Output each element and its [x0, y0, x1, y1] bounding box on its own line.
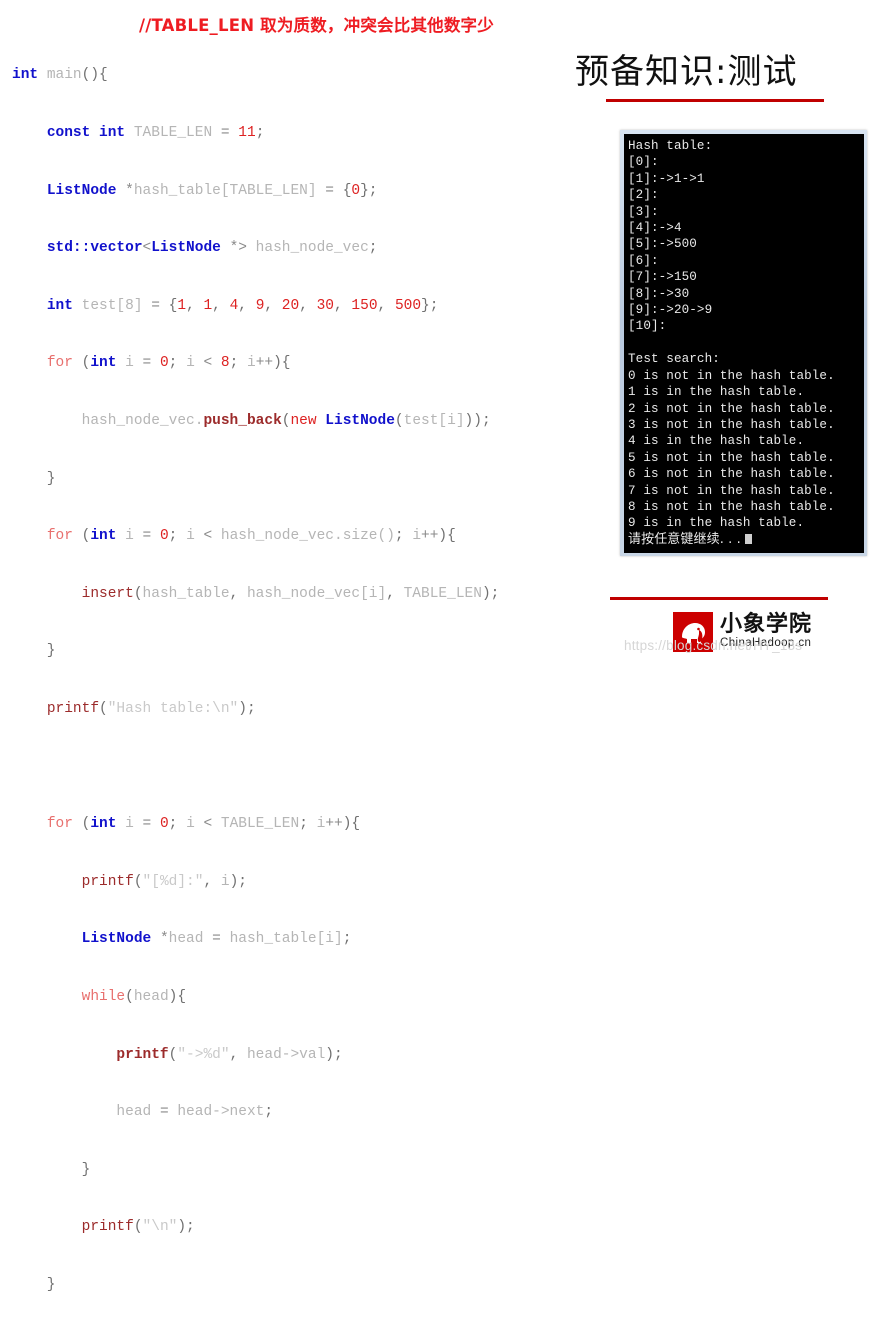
code-line: }: [12, 1161, 91, 1178]
code-line: ListNode *head = hash_table[i];: [81, 931, 352, 948]
code-line: ListNode *hash_table[TABLE_LEN] = {0};: [46, 182, 378, 199]
code-line: printf("\n");: [81, 1219, 195, 1236]
console-line: [10]:: [628, 319, 667, 334]
console-line: [1]:->1->1: [628, 171, 705, 186]
console-line-blank: [628, 335, 862, 351]
console-line: Test search:: [628, 352, 720, 367]
console-line: 2 is not in the hash table.: [628, 401, 835, 416]
console-output[interactable]: Hash table: [0]: [1]:->1->1 [2]: [3]: [4…: [624, 134, 864, 553]
code-line: }: [12, 1276, 56, 1293]
brand-name: 小象学院: [720, 612, 813, 638]
console-line: 3 is not in the hash table.: [628, 417, 835, 432]
footer-divider: [610, 597, 828, 600]
code-line: }: [12, 470, 56, 487]
page-title: 预备知识:测试: [575, 52, 798, 92]
console-line: [4]:->4: [628, 221, 682, 236]
code-line: printf("[%d]:", i);: [81, 873, 247, 890]
code-line: for (int i = 0; i < TABLE_LEN; i++){: [46, 816, 361, 833]
console-line: [0]:: [628, 155, 659, 170]
code-line: head = head->next;: [116, 1104, 274, 1121]
console-line: [3]:: [628, 204, 659, 219]
code-line: while(head){: [81, 988, 187, 1005]
console-line: 8 is not in the hash table.: [628, 499, 835, 514]
console-window[interactable]: Hash table: [0]: [1]:->1->1 [2]: [3]: [4…: [620, 130, 867, 556]
console-prompt-text: 请按任意键继续. . .: [628, 531, 741, 547]
code-listing: int main(){ const int TABLE_LEN = 11; Li…: [12, 28, 499, 1326]
console-line: [8]:->30: [628, 286, 690, 301]
code-line: }: [12, 643, 56, 660]
console-line: [9]:->20->9: [628, 303, 713, 318]
console-line: 1 is in the hash table.: [628, 385, 805, 400]
console-line: 7 is not in the hash table.: [628, 483, 835, 498]
code-line: const int TABLE_LEN = 11;: [46, 125, 265, 141]
console-line: 5 is not in the hash table.: [628, 450, 835, 465]
title-underline: [606, 99, 824, 102]
code-line: insert(hash_table, hash_node_vec[i], TAB…: [81, 585, 500, 602]
console-line: [6]:: [628, 253, 659, 268]
console-line: [7]:->150: [628, 270, 697, 285]
console-line: 4 is in the hash table.: [628, 434, 805, 449]
code-line: int main(){: [12, 67, 108, 84]
watermark: https://blog.csdn.net/HY_13s: [624, 638, 803, 653]
code-line: int test[8] = {1, 1, 4, 9, 20, 30, 150, …: [46, 297, 439, 314]
code-line: hash_node_vec.push_back(new ListNode(tes…: [81, 412, 491, 429]
console-line: [2]:: [628, 188, 659, 203]
console-line: 6 is not in the hash table.: [628, 467, 835, 482]
code-line: for (int i = 0; i < hash_node_vec.size()…: [46, 528, 456, 545]
console-line: 9 is in the hash table.: [628, 516, 805, 531]
console-line: Hash table:: [628, 139, 713, 153]
code-line: printf("Hash table:\n");: [46, 700, 256, 717]
code-line: for (int i = 0; i < 8; i++){: [46, 355, 291, 372]
console-line: [5]:->500: [628, 237, 697, 252]
code-line: printf("->%d", head->val);: [116, 1046, 343, 1063]
console-prompt-line: 请按任意键继续. . .: [628, 532, 862, 548]
console-line: 0 is not in the hash table.: [628, 368, 835, 383]
code-line: std::vector<ListNode *> hash_node_vec;: [46, 240, 378, 257]
console-cursor: [744, 533, 752, 544]
